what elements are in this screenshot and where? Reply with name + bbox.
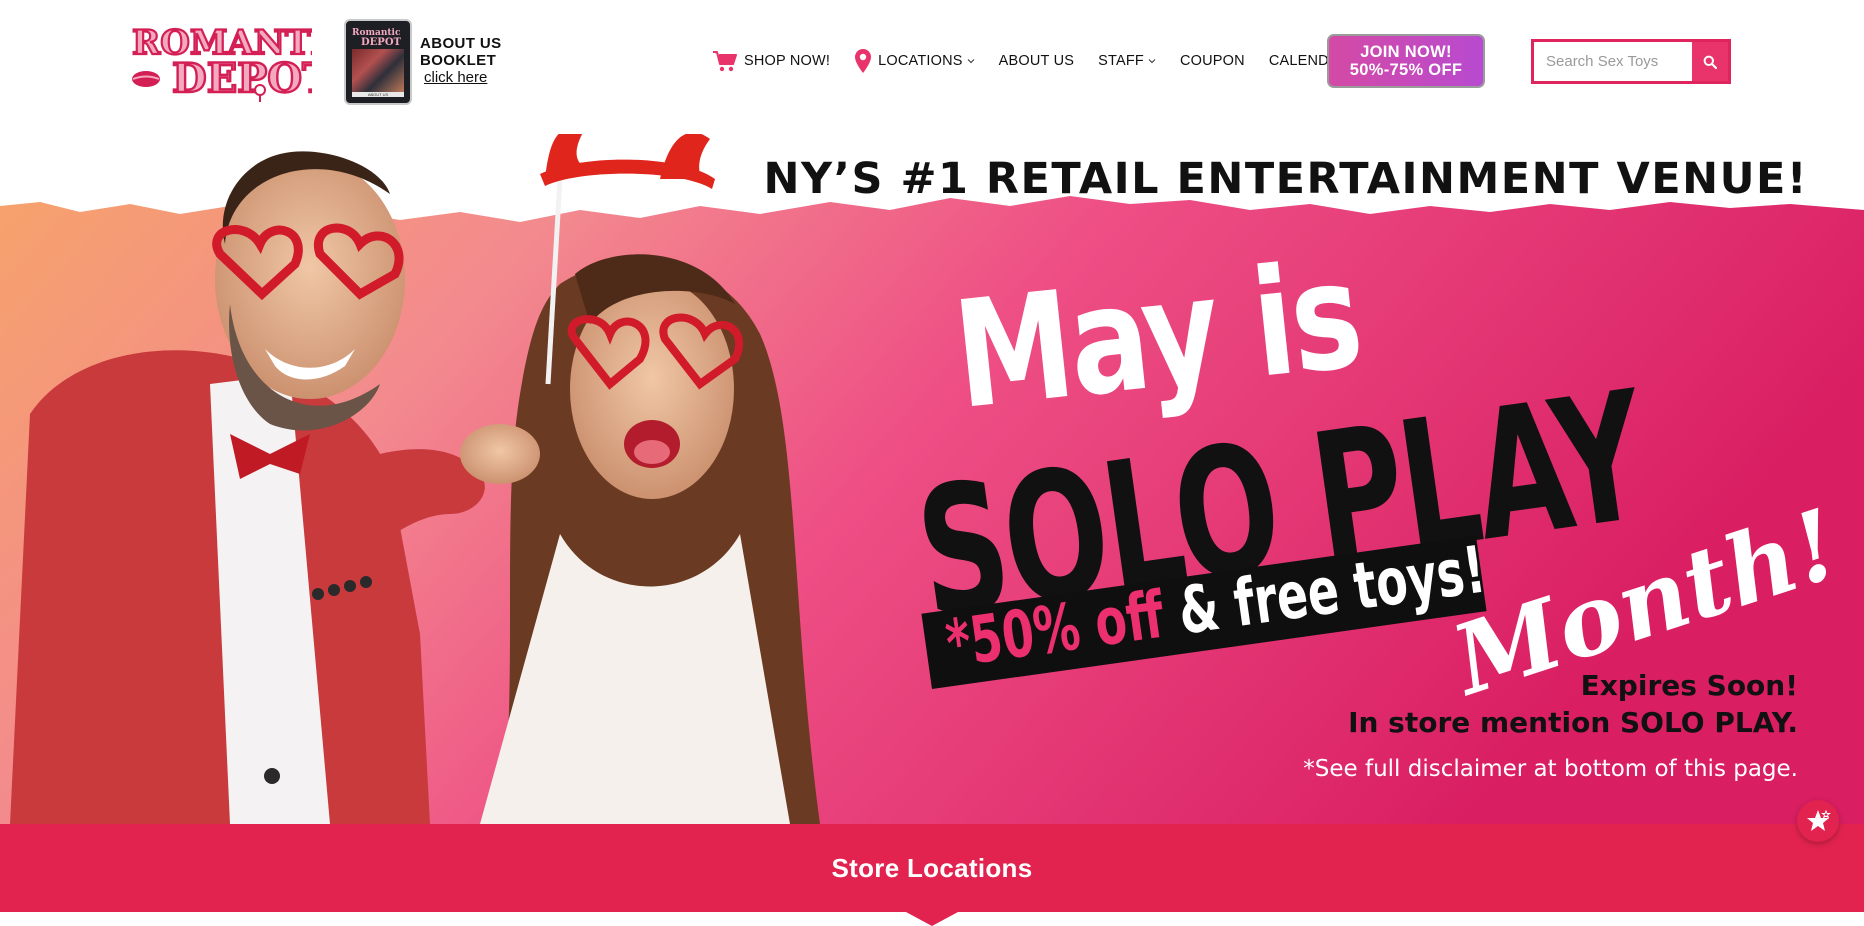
about-us-booklet-thumbnail[interactable]: Romantic DEPOT ABOUT US (344, 19, 412, 105)
booklet-cover-logo: Romantic DEPOT (352, 28, 402, 47)
search-icon (1703, 55, 1717, 69)
booklet-title-line1: ABOUT US (420, 35, 502, 52)
search-button[interactable] (1692, 42, 1728, 81)
nav-coupon[interactable]: COUPON (1180, 53, 1245, 69)
chevron-down-icon (967, 59, 975, 64)
store-locations-bar[interactable]: Store Locations (0, 824, 1864, 912)
nav-staff-label: STAFF (1098, 53, 1144, 69)
nav-coupon-label: COUPON (1179, 53, 1245, 69)
join-now-line2: 50%-75% OFF (1349, 61, 1463, 79)
join-now-line1: JOIN NOW! (1360, 43, 1452, 61)
cart-icon (713, 51, 737, 72)
hero-expires: Expires Soon! (1580, 669, 1798, 702)
nav-shop-now[interactable]: SHOP NOW! (712, 49, 830, 73)
nav-about-us[interactable]: ABOUT US (999, 53, 1074, 69)
romantic-depot-logo[interactable]: ROMANTIC DEPOT (130, 16, 312, 102)
chevron-down-icon (1148, 59, 1156, 64)
join-now-button[interactable]: JOIN NOW! 50%-75% OFF (1327, 34, 1485, 88)
hero-headline: NY’S #1 RETAIL ENTERTAINMENT VENUE! (763, 154, 1808, 204)
booklet-title-line2: BOOKLET (420, 52, 497, 69)
hero-mention: In store mention SOLO PLAY. (1348, 706, 1798, 739)
booklet-caption: ABOUT US BOOKLET click here (420, 35, 502, 87)
nav-locations-label: LOCATIONS (878, 53, 963, 69)
main-nav: SHOP NOW! LOCATIONS ABOUT US STAFF COUPO… (712, 46, 1373, 76)
lips-icon (132, 71, 160, 87)
nav-about-us-label: ABOUT US (998, 53, 1075, 69)
booklet-cover-line2: DEPOT (361, 37, 402, 47)
store-locations-title: Store Locations (831, 852, 1033, 883)
search-input[interactable] (1534, 42, 1692, 81)
nav-staff[interactable]: STAFF (1098, 53, 1156, 69)
search-form (1531, 39, 1731, 84)
logo-line2: DEPOT (172, 55, 312, 102)
hero-banner[interactable]: NY’S #1 RETAIL ENTERTAINMENT VENUE! May … (0, 134, 1864, 824)
booklet-cover-strip: ABOUT US (352, 92, 404, 97)
hero-disclaimer: *See full disclaimer at bottom of this p… (1303, 756, 1798, 782)
nav-locations[interactable]: LOCATIONS (854, 48, 975, 74)
star-icon (1807, 809, 1831, 831)
booklet-click-here-link[interactable]: click here (424, 69, 487, 87)
store-locations-notch (906, 912, 958, 926)
floating-star-button[interactable] (1797, 800, 1839, 842)
nav-shop-now-label: SHOP NOW! (744, 53, 831, 69)
booklet-cover-photo (352, 49, 404, 93)
site-header: ROMANTIC DEPOT Romantic DEPOT ABOUT US A… (0, 0, 1864, 134)
map-pin-icon (855, 49, 872, 73)
